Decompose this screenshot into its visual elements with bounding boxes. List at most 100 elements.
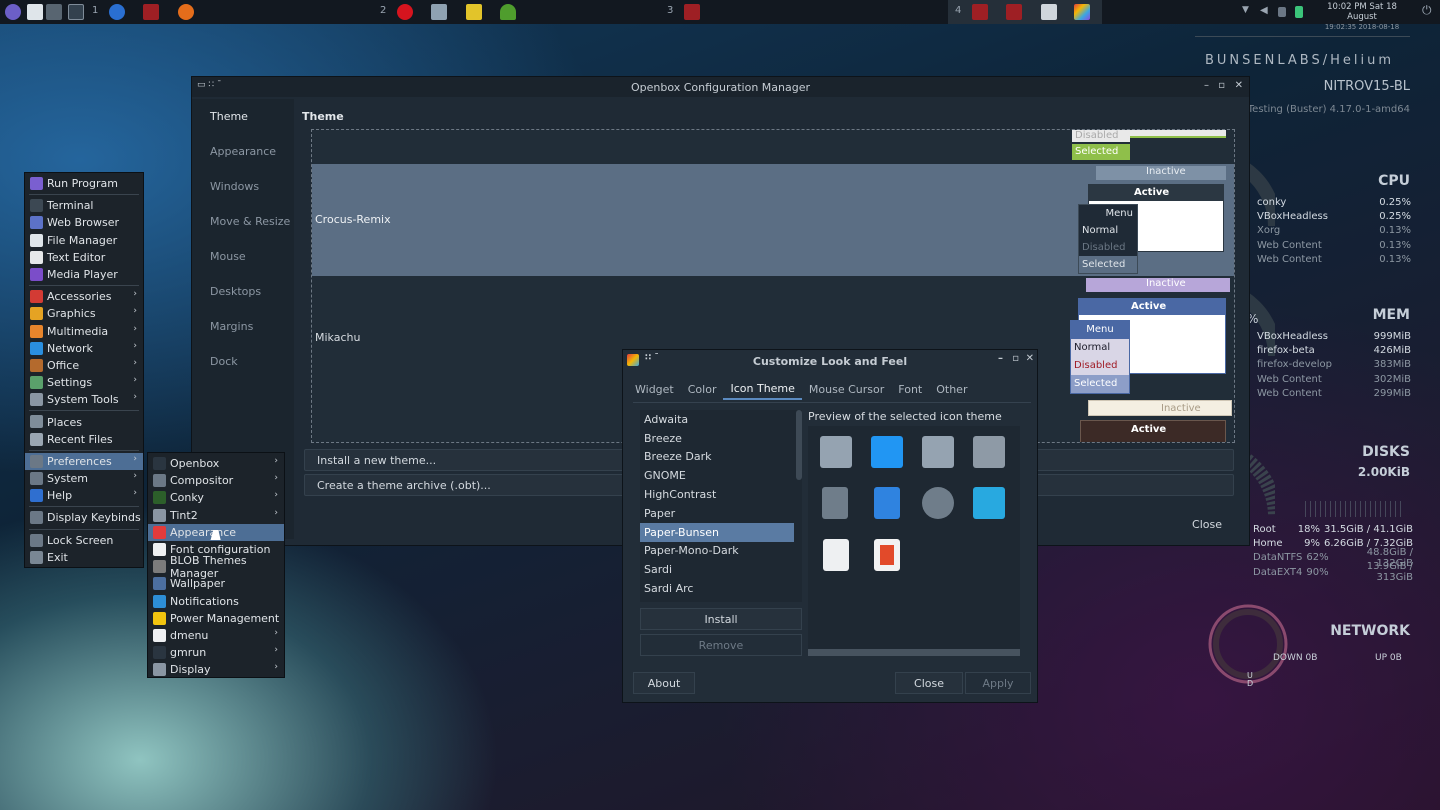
sidebar-item-mouse[interactable]: Mouse: [192, 239, 294, 274]
window-app-icon[interactable]: [972, 4, 988, 20]
obconf-close-button[interactable]: Close: [1170, 513, 1244, 535]
maximize-icon[interactable]: ▫: [1218, 80, 1225, 91]
tab-font[interactable]: Font: [891, 378, 929, 400]
menu-item-exit[interactable]: Exit: [25, 549, 143, 566]
window-manager-icon[interactable]: [1041, 4, 1057, 20]
terminal-window-icon[interactable]: [68, 4, 84, 20]
chevron-down-icon[interactable]: ▼: [1242, 5, 1249, 15]
icon-theme-item[interactable]: Breeze: [640, 429, 794, 448]
close-button[interactable]: Close: [895, 672, 963, 694]
appearance-icon[interactable]: [1074, 4, 1090, 20]
menu-item-network[interactable]: Network ›: [25, 340, 143, 357]
tab-other[interactable]: Other: [929, 378, 974, 400]
menu-item-terminal[interactable]: Terminal: [25, 197, 143, 214]
file-manager-icon[interactable]: [27, 4, 43, 20]
battery-icon[interactable]: [1295, 6, 1303, 18]
pref-item-display[interactable]: Display ›: [148, 661, 284, 678]
sidebar-item-move-resize[interactable]: Move & Resize: [192, 204, 294, 239]
menu-item-recent-files[interactable]: Recent Files: [25, 431, 143, 448]
opera-icon[interactable]: [397, 4, 413, 20]
menu-item-accessories[interactable]: Accessories ›: [25, 288, 143, 305]
icon-theme-item[interactable]: HighContrast: [640, 485, 794, 504]
about-button[interactable]: About: [633, 672, 695, 694]
pref-item-blob-themes-manager[interactable]: BLOB Themes Manager: [148, 554, 284, 580]
menu-item-help[interactable]: Help ›: [25, 487, 143, 504]
menu-item-text-editor[interactable]: Text Editor: [25, 249, 143, 266]
menu-item-system-tools[interactable]: System Tools ›: [25, 391, 143, 408]
pref-item-dmenu[interactable]: dmenu ›: [148, 627, 284, 644]
firefox-icon[interactable]: [178, 4, 194, 20]
menu-item-preferences[interactable]: Preferences ›: [25, 452, 143, 470]
pref-item-gmrun[interactable]: gmrun ›: [148, 644, 284, 661]
pref-item-openbox[interactable]: Openbox ›: [148, 455, 284, 472]
icon-theme-item[interactable]: Paper: [640, 504, 794, 523]
workspace-4[interactable]: 4: [955, 5, 961, 16]
window-menu-icon[interactable]: ∷ ˉ: [645, 353, 659, 363]
menu-item-web-browser[interactable]: Web Browser: [25, 214, 143, 231]
list-scrollbar[interactable]: [796, 410, 802, 480]
tab-widget[interactable]: Widget: [628, 378, 681, 400]
firefox-dev-icon[interactable]: [109, 4, 125, 20]
menu-item-file-manager[interactable]: File Manager: [25, 232, 143, 249]
icon-theme-item[interactable]: Sardi Arc: [640, 579, 794, 598]
package-icon[interactable]: [466, 4, 482, 20]
menu-item-lock-screen[interactable]: Lock Screen: [25, 532, 143, 549]
pref-item-wallpaper[interactable]: Wallpaper: [148, 575, 284, 592]
island-icon[interactable]: [500, 4, 516, 20]
pref-item-conky[interactable]: Conky ›: [148, 489, 284, 506]
app-menu-icon[interactable]: [5, 4, 21, 20]
menu-item-system[interactable]: System ›: [25, 470, 143, 487]
icon-theme-item[interactable]: Sardi: [640, 560, 794, 579]
menu-item-display-keybinds[interactable]: Display Keybinds: [25, 509, 143, 526]
icon-theme-item[interactable]: GNOME: [640, 466, 794, 485]
menu-item-media-player[interactable]: Media Player: [25, 266, 143, 283]
sidebar-item-desktops[interactable]: Desktops: [192, 274, 294, 309]
icon-theme-item[interactable]: Adwaita: [640, 410, 794, 429]
volume-icon[interactable]: ◀: [1260, 5, 1268, 16]
sidebar-item-theme[interactable]: Theme: [192, 99, 294, 134]
folder-icon[interactable]: [431, 4, 447, 20]
power-icon[interactable]: ⏻: [1422, 3, 1432, 18]
theme-crocus[interactable]: Crocus-Remix: [315, 213, 391, 226]
theme-mikachu[interactable]: Mikachu: [315, 331, 360, 344]
menu-item-settings[interactable]: Settings ›: [25, 374, 143, 391]
sidebar-item-windows[interactable]: Windows: [192, 169, 294, 204]
install-button[interactable]: Install: [640, 608, 802, 630]
window-app-icon[interactable]: [684, 4, 700, 20]
icon-theme-item[interactable]: Breeze Dark: [640, 448, 794, 467]
sidebar-item-dock[interactable]: Dock: [192, 344, 294, 379]
workspace-1[interactable]: 1: [92, 5, 98, 16]
workspace-2[interactable]: 2: [380, 5, 386, 16]
sidebar-item-appearance[interactable]: Appearance: [192, 134, 294, 169]
menu-item-graphics[interactable]: Graphics ›: [25, 305, 143, 322]
pref-item-power-management[interactable]: Power Management: [148, 610, 284, 627]
tab-icon-theme[interactable]: Icon Theme: [723, 378, 802, 400]
window-app-icon[interactable]: [143, 4, 159, 20]
icon-theme-list[interactable]: Adwaita Breeze Breeze Dark GNOME HighContras…: [640, 410, 802, 602]
obconf-titlebar[interactable]: ▭ ∷ ˉ Openbox Configuration Manager – ▫ …: [192, 77, 1249, 97]
remove-button[interactable]: Remove: [640, 634, 802, 656]
close-icon[interactable]: ✕: [1026, 353, 1034, 364]
close-icon[interactable]: ✕: [1235, 80, 1243, 91]
minimize-icon[interactable]: –: [998, 353, 1003, 364]
menu-item-multimedia[interactable]: Multimedia ›: [25, 323, 143, 340]
minimize-icon[interactable]: –: [1204, 80, 1209, 91]
window-app-icon[interactable]: [1006, 4, 1022, 20]
menu-item-run-program[interactable]: Run Program: [25, 175, 143, 192]
tab-mouse-cursor[interactable]: Mouse Cursor: [802, 378, 891, 400]
terminal-icon[interactable]: [46, 4, 62, 20]
preview-scrollbar[interactable]: [808, 649, 1020, 656]
maximize-icon[interactable]: ▫: [1012, 353, 1019, 364]
workspace-3[interactable]: 3: [667, 5, 673, 16]
menu-item-places[interactable]: Places: [25, 413, 143, 430]
tab-color[interactable]: Color: [681, 378, 724, 400]
lxappearance-titlebar[interactable]: ∷ ˉ Customize Look and Feel – ▫ ✕: [623, 350, 1037, 372]
pref-item-tint2[interactable]: Tint2 ›: [148, 507, 284, 524]
menu-item-office[interactable]: Office ›: [25, 357, 143, 374]
apply-button[interactable]: Apply: [965, 672, 1031, 694]
network-tray-icon[interactable]: [1278, 7, 1286, 17]
pref-item-notifications[interactable]: Notifications: [148, 593, 284, 610]
pref-item-compositor[interactable]: Compositor ›: [148, 472, 284, 489]
sidebar-item-margins[interactable]: Margins: [192, 309, 294, 344]
icon-theme-item[interactable]: Paper-Bunsen: [640, 522, 794, 542]
